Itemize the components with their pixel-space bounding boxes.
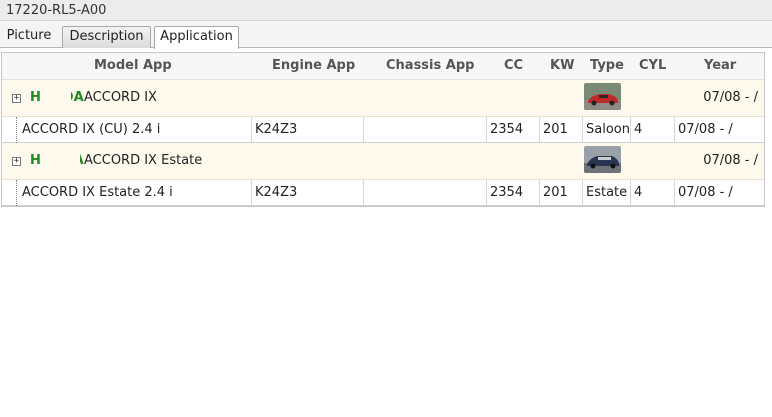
- col-header-cc[interactable]: CC: [504, 58, 523, 73]
- cell-cyl: 4: [631, 117, 675, 142]
- col-header-chassis-app[interactable]: Chassis App: [386, 58, 474, 73]
- cell-type: Estate: [583, 180, 631, 205]
- car-thumbnail-image[interactable]: [584, 146, 621, 173]
- tab-picture[interactable]: Picture: [0, 26, 58, 48]
- cell-cc: 2354: [487, 117, 540, 142]
- group-row-accord-ix-estate[interactable]: + HONDA ACCORD IX Estate 07/08 - /: [2, 143, 764, 180]
- cell-kw: 201: [540, 180, 583, 205]
- cell-year: 07/08 - /: [678, 185, 733, 200]
- col-header-type[interactable]: Type: [590, 58, 624, 73]
- col-header-year[interactable]: Year: [704, 58, 736, 73]
- table-row[interactable]: ACCORD IX (CU) 2.4 i K24Z3 2354 201 Salo…: [2, 117, 764, 143]
- cell-model: ACCORD IX (CU) 2.4 i: [19, 117, 252, 142]
- application-grid: Model App Engine App Chassis App CC KW T…: [1, 52, 765, 207]
- cell-kw: 201: [540, 117, 583, 142]
- tab-application[interactable]: Application: [154, 26, 239, 49]
- car-thumbnail-image[interactable]: [584, 83, 621, 110]
- window-title: 17220-RL5-A00: [6, 3, 107, 18]
- cell-type: Saloon: [583, 117, 631, 142]
- col-header-model-app[interactable]: Model App: [94, 58, 172, 73]
- col-header-cyl[interactable]: CYL: [639, 58, 666, 73]
- tree-connector: [16, 180, 17, 206]
- group-title: ACCORD IX: [84, 90, 157, 105]
- cell-model: ACCORD IX Estate 2.4 i: [19, 180, 252, 205]
- brand-redaction: [40, 89, 71, 106]
- group-title: ACCORD IX Estate: [84, 153, 203, 168]
- expand-icon[interactable]: +: [12, 157, 21, 166]
- cell-chassis: [364, 180, 487, 205]
- tab-strip: Picture Description Application: [0, 21, 772, 49]
- window-titlebar: 17220-RL5-A00: [0, 0, 772, 21]
- group-row-accord-ix[interactable]: + HONDA ACCORD IX 07/08 - /: [2, 80, 764, 117]
- table-row[interactable]: ACCORD IX Estate 2.4 i K24Z3 2354 201 Es…: [2, 180, 764, 206]
- cell-chassis: [364, 117, 487, 142]
- cell-engine: K24Z3: [252, 117, 364, 142]
- group-year: 07/08 - /: [703, 153, 758, 168]
- cell-year: 07/08 - /: [678, 122, 733, 137]
- cell-cc: 2354: [487, 180, 540, 205]
- col-header-kw[interactable]: KW: [550, 58, 574, 73]
- expand-icon[interactable]: +: [12, 94, 21, 103]
- cell-engine: K24Z3: [252, 180, 364, 205]
- grid-header: Model App Engine App Chassis App CC KW T…: [2, 53, 764, 80]
- brand-redaction: [40, 152, 80, 169]
- tree-connector: [16, 117, 17, 143]
- col-header-engine-app[interactable]: Engine App: [272, 58, 355, 73]
- tab-description[interactable]: Description: [62, 26, 151, 48]
- cell-cyl: 4: [631, 180, 675, 205]
- group-year: 07/08 - /: [703, 90, 758, 105]
